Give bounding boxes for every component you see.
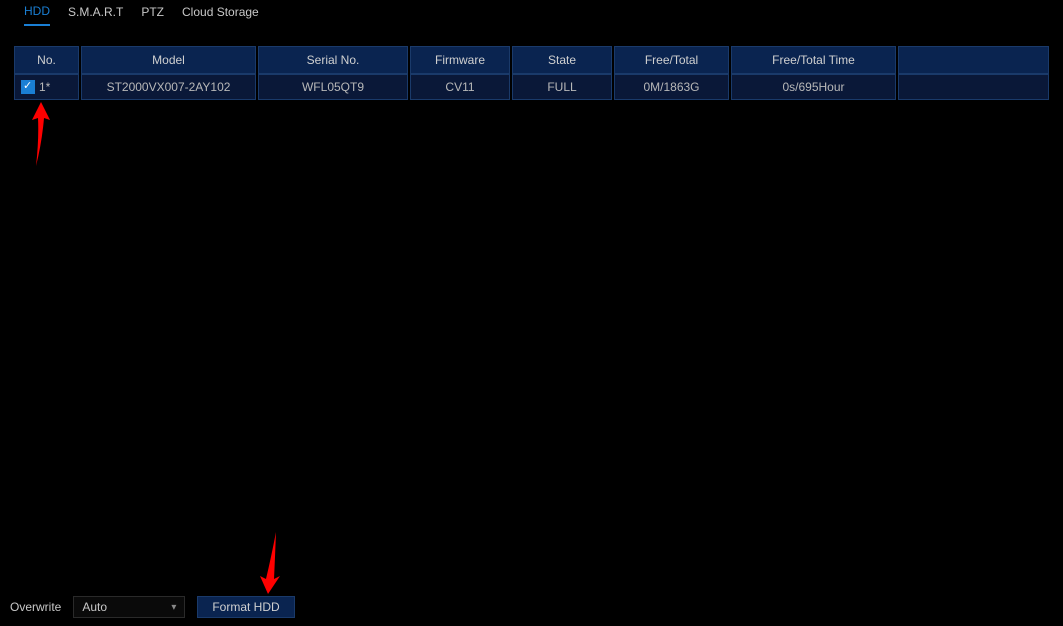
cell-model: ST2000VX007-2AY102 (81, 74, 256, 100)
tab-bar: HDD S.M.A.R.T PTZ Cloud Storage (0, 0, 1063, 30)
cell-free-total-time: 0s/695Hour (731, 74, 896, 100)
tab-smart[interactable]: S.M.A.R.T (68, 5, 123, 25)
overwrite-label: Overwrite (10, 600, 61, 614)
chevron-down-icon: ▾ (171, 602, 176, 613)
header-state: State (512, 46, 612, 74)
cell-state: FULL (512, 74, 612, 100)
table-row[interactable]: 1* ST2000VX007-2AY102 WFL05QT9 CV11 FULL… (14, 74, 1049, 100)
arrow-annotation-top (26, 100, 56, 170)
cell-serial: WFL05QT9 (258, 74, 408, 100)
row-no-label: 1* (39, 80, 50, 94)
cell-firmware: CV11 (410, 74, 510, 100)
hdd-table-container: No. Model Serial No. Firmware State Free… (12, 46, 1051, 100)
overwrite-value: Auto (82, 600, 107, 614)
header-no: No. (14, 46, 79, 74)
table-header-row: No. Model Serial No. Firmware State Free… (14, 46, 1049, 74)
arrow-annotation-bottom (256, 528, 286, 598)
tab-hdd[interactable]: HDD (24, 4, 50, 26)
cell-no: 1* (14, 74, 79, 100)
header-empty (898, 46, 1049, 74)
cell-free-total: 0M/1863G (614, 74, 729, 100)
header-free-total: Free/Total (614, 46, 729, 74)
header-model: Model (81, 46, 256, 74)
tab-ptz[interactable]: PTZ (141, 5, 164, 25)
header-serial: Serial No. (258, 46, 408, 74)
row-checkbox[interactable] (21, 80, 35, 94)
tab-cloud-storage[interactable]: Cloud Storage (182, 5, 259, 25)
overwrite-select[interactable]: Auto ▾ (73, 596, 185, 618)
header-free-total-time: Free/Total Time (731, 46, 896, 74)
bottom-bar: Overwrite Auto ▾ Format HDD (10, 596, 295, 618)
cell-empty (898, 74, 1049, 100)
header-firmware: Firmware (410, 46, 510, 74)
hdd-table: No. Model Serial No. Firmware State Free… (12, 46, 1051, 100)
format-hdd-button[interactable]: Format HDD (197, 596, 294, 618)
